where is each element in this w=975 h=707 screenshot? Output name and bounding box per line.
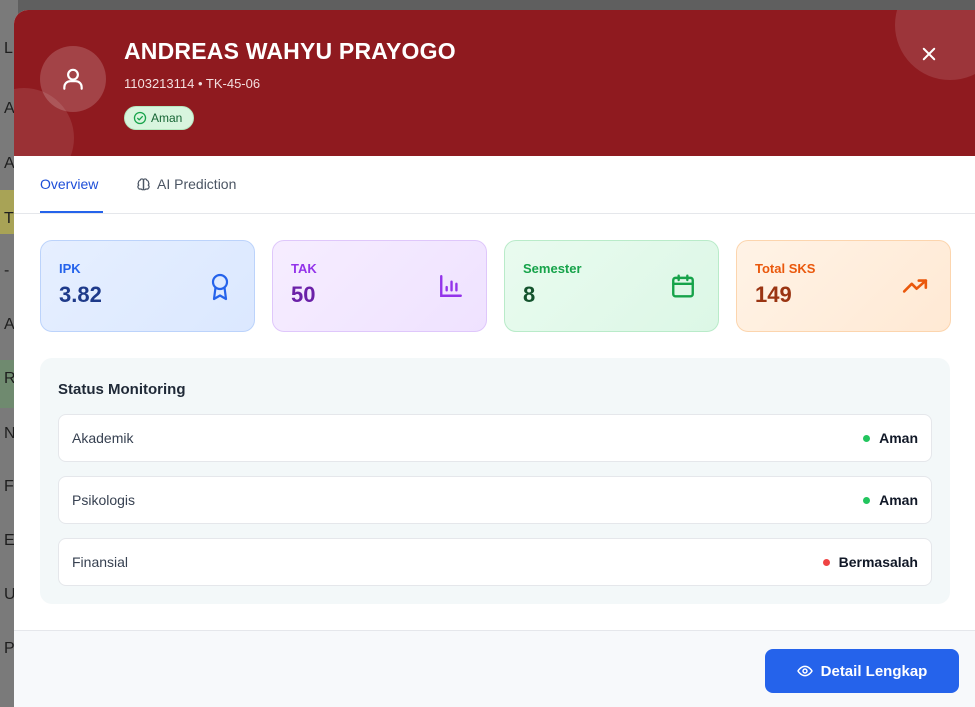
calendar-icon: [672, 274, 694, 298]
status-text: Aman: [879, 492, 918, 508]
student-id-class: 1103213114 • TK-45-06: [124, 76, 261, 91]
status-row-label: Finansial: [72, 554, 129, 570]
status-row-label: Akademik: [72, 430, 134, 446]
stat-card-ipk: IPK 3.82: [40, 240, 255, 332]
stat-card-total-sks: Total SKS 149: [736, 240, 951, 332]
modal-header: ANDREAS WAHYU PRAYOGO 1103213114 • TK-45…: [14, 10, 975, 156]
section-title: Status Monitoring: [58, 381, 186, 398]
tab-bar: Overview AI Prediction: [14, 156, 975, 214]
user-icon: [63, 68, 83, 90]
status-row-value: Bermasalah: [822, 554, 918, 570]
modal-footer: Detail Lengkap: [14, 630, 975, 707]
detail-lengkap-button[interactable]: Detail Lengkap: [765, 649, 959, 693]
brain-icon: [137, 177, 150, 190]
status-dot: [863, 496, 871, 504]
tab-label: AI Prediction: [157, 176, 237, 192]
status-text: Bermasalah: [838, 554, 918, 570]
stat-card-semester: Semester 8: [504, 240, 719, 332]
eye-icon: [796, 665, 813, 677]
status-badge-label: Aman: [151, 111, 183, 125]
status-monitoring-panel: Status Monitoring Akademik Aman Psikolog…: [40, 358, 950, 604]
status-text: Aman: [879, 430, 918, 446]
student-detail-modal: ANDREAS WAHYU PRAYOGO 1103213114 • TK-45…: [14, 10, 975, 707]
status-row-psikologis: Psikologis Aman: [58, 476, 932, 524]
close-button[interactable]: [917, 42, 941, 66]
status-row-value: Aman: [863, 492, 918, 508]
avatar: [40, 46, 106, 112]
backdrop-letter: T: [4, 210, 14, 227]
status-badge: Aman: [124, 106, 195, 130]
status-row-label: Psikologis: [72, 492, 136, 508]
stats-cards: IPK 3.82 TAK 50 Semester 8 Total SKS 149: [40, 240, 951, 332]
close-icon: [922, 47, 936, 61]
tab-overview[interactable]: Overview: [40, 176, 98, 192]
trending-up-icon: [902, 279, 928, 293]
status-dot: [822, 558, 830, 566]
status-row-akademik: Akademik Aman: [58, 414, 932, 462]
status-row-value: Aman: [863, 430, 918, 446]
tab-label: Overview: [40, 176, 99, 192]
stat-card-tak: TAK 50: [272, 240, 487, 332]
backdrop-letter: F: [4, 478, 14, 495]
tab-ai-prediction[interactable]: AI Prediction: [136, 176, 236, 192]
award-icon: [211, 273, 229, 301]
detail-button-label: Detail Lengkap: [820, 662, 928, 680]
active-tab-indicator: [40, 211, 103, 213]
check-circle-icon: [133, 111, 147, 125]
status-row-finansial: Finansial Bermasalah: [58, 538, 932, 586]
status-dot: [863, 434, 871, 442]
backdrop-letter: L: [4, 40, 13, 57]
bar-chart-icon: [440, 275, 462, 297]
student-name: ANDREAS WAHYU PRAYOGO: [124, 38, 456, 64]
backdrop-letter: -: [4, 262, 10, 279]
